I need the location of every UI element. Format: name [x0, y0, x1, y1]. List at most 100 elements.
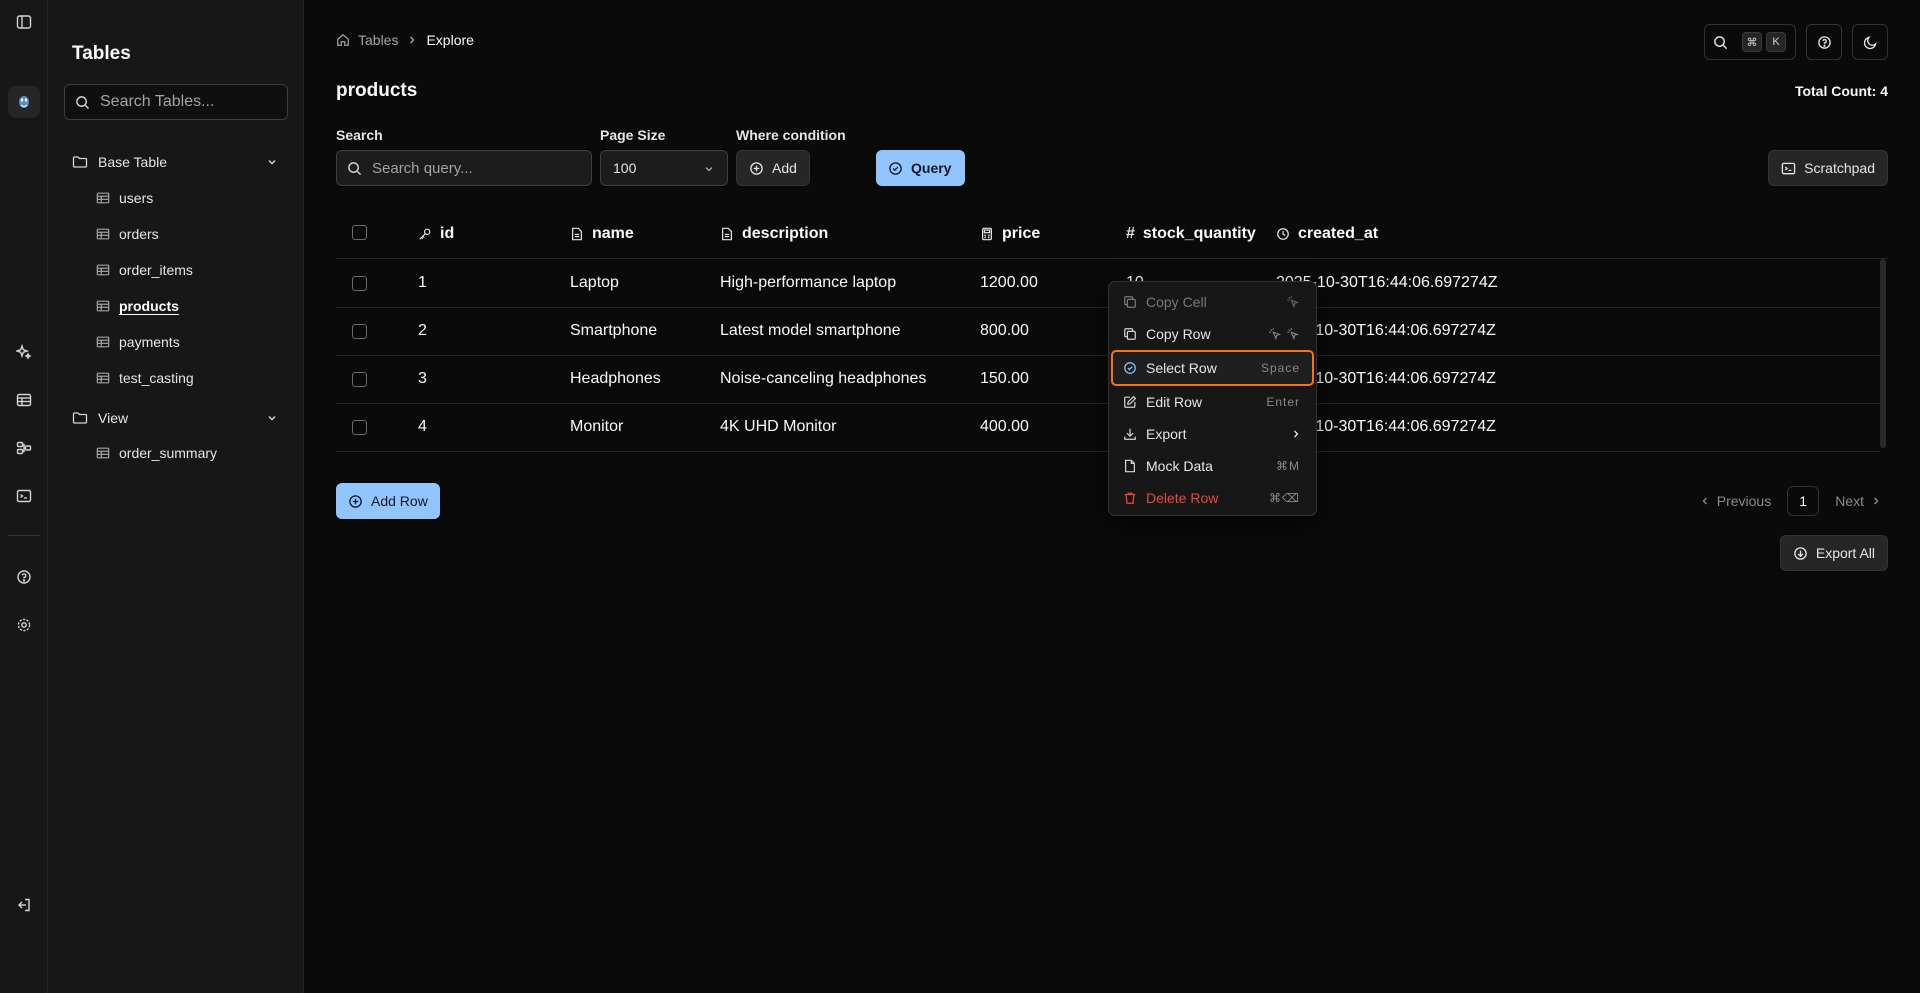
command-search-button[interactable]: ⌘ K [1704, 24, 1796, 60]
sidebar-item-order-items[interactable]: order_items [96, 258, 193, 282]
rail-divider [8, 535, 40, 536]
download-icon [1124, 428, 1136, 440]
menu-item-label: Mock Data [1146, 458, 1213, 474]
help-icon[interactable] [9, 562, 39, 592]
column-header-price[interactable]: price [980, 225, 1040, 243]
cell-price[interactable]: 150.00 [980, 370, 1029, 388]
export-all-button[interactable]: Export All [1779, 535, 1888, 571]
menu-item-label: Copy Cell [1146, 294, 1207, 310]
previous-label: Previous [1716, 493, 1772, 509]
cell-id[interactable]: 1 [418, 274, 427, 292]
cell-price[interactable]: 800.00 [980, 322, 1029, 340]
cell-name[interactable]: Laptop [570, 274, 619, 292]
home-icon[interactable] [336, 33, 350, 47]
settings-icon[interactable] [9, 610, 39, 640]
chevron-right-icon [1874, 497, 1879, 505]
add-row-label: Add Row [371, 493, 428, 509]
group-view[interactable]: View [72, 406, 288, 430]
row-checkbox[interactable] [352, 372, 367, 387]
menu-item-delete-row[interactable]: Delete Row ⌘⌫ [1113, 483, 1312, 513]
group-base-table[interactable]: Base Table [72, 150, 288, 174]
help-icon [1817, 35, 1831, 49]
where-condition-label: Where condition [736, 127, 846, 143]
menu-item-edit-row[interactable]: Edit Row Enter [1113, 387, 1312, 417]
sidebar-item-label: users [119, 190, 154, 206]
menu-item-export[interactable]: Export [1113, 419, 1312, 449]
column-header-created-at[interactable]: created_at [1276, 225, 1378, 243]
add-condition-button[interactable]: Add [736, 150, 810, 186]
trash-icon [1124, 492, 1136, 504]
search-query-placeholder: Search query... [372, 159, 473, 177]
check-circle-icon [1124, 362, 1136, 374]
search-query-input[interactable]: Search query... [336, 150, 592, 186]
theme-toggle-button[interactable] [1852, 24, 1888, 60]
sidebar-item-orders[interactable]: orders [96, 222, 159, 246]
page-size-select[interactable]: 100 [600, 150, 728, 186]
cell-price[interactable]: 1200.00 [980, 274, 1038, 292]
column-header-stock-quantity[interactable]: # stock_quantity [1126, 225, 1256, 243]
text-file-icon [572, 227, 582, 241]
terminal-icon[interactable] [9, 481, 39, 511]
column-header-id[interactable]: id [418, 225, 454, 243]
sidebar-item-label: test_casting [119, 370, 194, 386]
search-tables-input[interactable]: Search Tables... [64, 84, 288, 120]
query-button[interactable]: Query [876, 150, 965, 186]
copy-icon [1124, 328, 1136, 340]
select-all-checkbox[interactable] [352, 225, 367, 240]
cell-name[interactable]: Smartphone [570, 322, 657, 340]
cell-id[interactable]: 4 [418, 418, 427, 436]
breadcrumb-root[interactable]: Tables [358, 32, 398, 48]
table-scrollbar[interactable] [1880, 259, 1886, 448]
cell-name[interactable]: Monitor [570, 418, 623, 436]
cell-created-at[interactable]: -10-30T16:44:06.697274Z [1310, 370, 1496, 388]
menu-item-label: Select Row [1146, 360, 1217, 376]
sidebar-item-users[interactable]: users [96, 186, 153, 210]
previous-page-button[interactable]: Previous [1693, 493, 1777, 509]
column-label: price [1002, 225, 1041, 242]
menu-item-select-row[interactable]: Select Row Space [1111, 350, 1314, 386]
row-checkbox[interactable] [352, 420, 367, 435]
table-icon[interactable] [9, 385, 39, 415]
menu-item-copy-cell[interactable]: Copy Cell [1113, 287, 1312, 317]
sidebar-item-order-summary[interactable]: order_summary [96, 441, 217, 465]
add-row-button[interactable]: Add Row [336, 483, 440, 519]
sidebar-title: Tables [72, 43, 131, 64]
next-page-button[interactable]: Next [1829, 493, 1888, 509]
toggle-sidebar-icon[interactable] [9, 7, 39, 37]
database-connection-icon[interactable] [8, 86, 40, 118]
cell-description[interactable]: 4K UHD Monitor [720, 418, 836, 436]
column-label: description [742, 225, 829, 242]
sidebar-item-test-casting[interactable]: test_casting [96, 366, 194, 390]
row-context-menu: Copy Cell Copy Row Select Row Space Edit… [1108, 281, 1317, 516]
add-condition-label: Add [772, 160, 797, 176]
table-icon [96, 264, 110, 276]
help-button[interactable] [1806, 24, 1842, 60]
chevron-down-icon [268, 416, 276, 421]
row-checkbox[interactable] [352, 324, 367, 339]
menu-item-mock-data[interactable]: Mock Data ⌘M [1113, 451, 1312, 481]
search-label: Search [336, 127, 383, 143]
schema-icon[interactable] [9, 433, 39, 463]
key-icon [419, 228, 431, 240]
cell-created-at[interactable]: -10-30T16:44:06.697274Z [1310, 418, 1496, 436]
logout-icon[interactable] [9, 890, 39, 920]
cell-description[interactable]: Noise-canceling headphones [720, 370, 926, 388]
double-click-shortcut-icon [1268, 327, 1300, 341]
cell-name[interactable]: Headphones [570, 370, 661, 388]
cell-description[interactable]: Latest model smartphone [720, 322, 901, 340]
cell-id[interactable]: 2 [418, 322, 427, 340]
sidebar-item-products[interactable]: products [96, 294, 179, 318]
column-header-description[interactable]: description [720, 225, 828, 243]
scratchpad-button[interactable]: Scratchpad [1768, 150, 1888, 186]
row-checkbox[interactable] [352, 276, 367, 291]
page-number-button[interactable]: 1 [1787, 486, 1820, 516]
sidebar-item-payments[interactable]: payments [96, 330, 180, 354]
cell-description[interactable]: High-performance laptop [720, 274, 896, 292]
check-circle-icon [889, 161, 902, 175]
ai-sparkle-icon[interactable] [9, 337, 39, 367]
column-header-name[interactable]: name [570, 225, 634, 243]
cell-created-at[interactable]: -10-30T16:44:06.697274Z [1310, 322, 1496, 340]
cell-id[interactable]: 3 [418, 370, 427, 388]
menu-item-copy-row[interactable]: Copy Row [1113, 319, 1312, 349]
cell-price[interactable]: 400.00 [980, 418, 1029, 436]
